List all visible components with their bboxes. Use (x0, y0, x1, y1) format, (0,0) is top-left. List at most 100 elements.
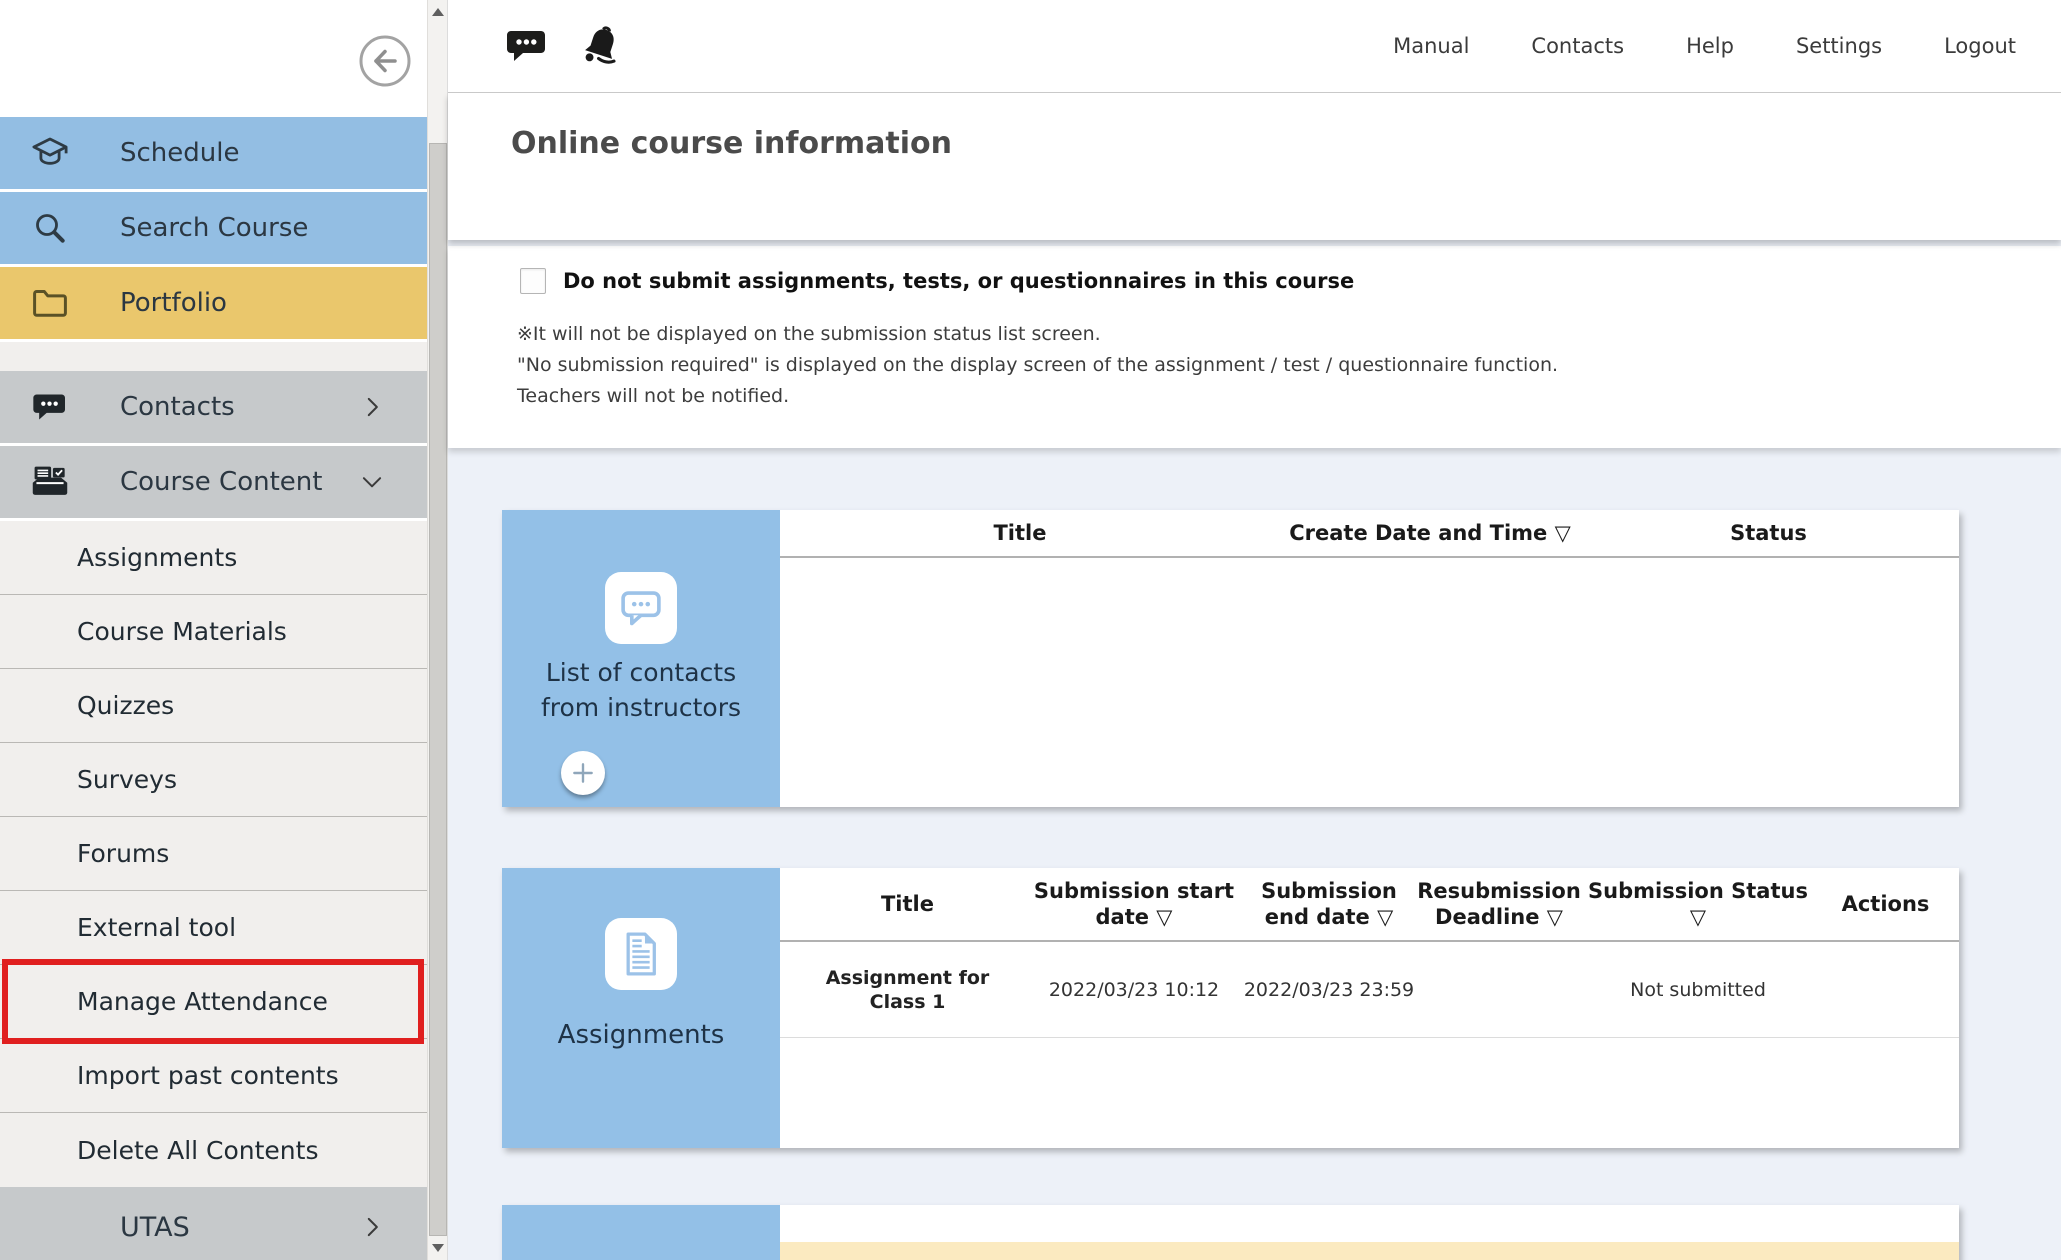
add-contact-button[interactable] (561, 751, 605, 795)
sidebar-item-course-materials[interactable]: Course Materials (0, 595, 427, 669)
sidebar-item-course-content[interactable]: Course Content (0, 446, 427, 518)
assignment-title-cell[interactable]: Assignment for Class 1 (790, 942, 1025, 1037)
column-header-title: Title (790, 891, 1025, 917)
course-content-icon (28, 460, 72, 504)
sidebar-divider (0, 342, 427, 371)
do-not-submit-label: Do not submit assignments, tests, or que… (563, 269, 1354, 293)
page-title: Online course information (511, 126, 952, 161)
column-header-title: Title (780, 520, 1260, 546)
submission-start-cell: 2022/03/23 10:12 (1025, 942, 1243, 1037)
assignments-section-panel: Assignments (502, 868, 780, 1148)
sidebar: Schedule Search Course Portfolio (0, 0, 447, 1260)
note-text: ※It will not be displayed on the submiss… (517, 323, 1101, 345)
next-section-panel (502, 1205, 780, 1260)
sidebar-item-external-tool[interactable]: External tool (0, 891, 427, 965)
manual-link[interactable]: Manual (1393, 34, 1469, 58)
sidebar-item-label: Surveys (77, 765, 177, 794)
sidebar-item-label: Delete All Contents (77, 1136, 318, 1165)
sidebar-item-utas[interactable]: UTAS (0, 1187, 427, 1260)
sidebar-item-import-past-contents[interactable]: Import past contents (0, 1039, 427, 1113)
sidebar-item-label: Manage Attendance (77, 987, 328, 1016)
sidebar-item-delete-all-contents[interactable]: Delete All Contents (0, 1113, 427, 1187)
actions-cell (1813, 942, 1958, 1037)
sidebar-item-forums[interactable]: Forums (0, 817, 427, 891)
settings-link[interactable]: Settings (1796, 34, 1882, 58)
scrollbar-thumb[interactable] (429, 143, 447, 1236)
column-header-actions: Actions (1813, 891, 1958, 917)
sidebar-item-quizzes[interactable]: Quizzes (0, 669, 427, 743)
logout-link[interactable]: Logout (1944, 34, 2016, 58)
do-not-submit-checkbox[interactable] (520, 268, 546, 294)
sidebar-item-label: Portfolio (120, 288, 227, 318)
table-header-row (780, 1205, 1959, 1242)
back-arrow-icon (357, 33, 413, 89)
sidebar-header (0, 0, 427, 117)
icon-tile (605, 572, 677, 644)
do-not-submit-row: Do not submit assignments, tests, or que… (520, 268, 1354, 294)
contacts-link[interactable]: Contacts (1531, 34, 1624, 58)
collapse-sidebar-button[interactable] (357, 33, 413, 89)
sidebar-item-label: External tool (77, 913, 236, 942)
sidebar-item-manage-attendance[interactable]: Manage Attendance (0, 965, 427, 1039)
sidebar-item-schedule[interactable]: Schedule (0, 117, 427, 189)
folder-icon (28, 281, 72, 325)
contacts-section-panel: List of contacts from instructors (502, 510, 780, 807)
icon-tile (605, 918, 677, 990)
sidebar-item-label: Quizzes (77, 691, 174, 720)
sidebar-item-search-course[interactable]: Search Course (0, 192, 427, 264)
sidebar-item-assignments[interactable]: Assignments (0, 521, 427, 595)
table-header-row: Title Create Date and Time ▽ Status (780, 510, 1959, 558)
sidebar-content: Schedule Search Course Portfolio (0, 0, 427, 1260)
sidebar-item-label: Contacts (120, 392, 235, 422)
help-link[interactable]: Help (1686, 34, 1734, 58)
sidebar-item-label: Assignments (77, 543, 237, 572)
messages-button[interactable] (503, 22, 551, 74)
scroll-down-button[interactable] (428, 1236, 448, 1260)
section-label: List of contacts from instructors (526, 655, 756, 725)
scroll-up-button[interactable] (428, 0, 448, 24)
course-settings-panel: Do not submit assignments, tests, or que… (448, 246, 2061, 448)
search-icon (28, 206, 72, 250)
topbar: Manual Contacts Help Settings Logout (448, 0, 2061, 93)
empty-table-body (780, 1038, 1959, 1148)
notifications-button[interactable] (576, 22, 626, 76)
section-label: Assignments (526, 1018, 756, 1053)
sidebar-item-label: Forums (77, 839, 169, 868)
chevron-down-icon (359, 469, 385, 495)
column-header-create-date[interactable]: Create Date and Time ▽ (1260, 520, 1600, 546)
sidebar-item-contacts[interactable]: Contacts (0, 371, 427, 443)
chevron-right-icon (359, 1214, 385, 1240)
column-header-submission-status[interactable]: Submission Status▽ (1583, 878, 1813, 930)
contacts-table: Title Create Date and Time ▽ Status (780, 510, 1959, 807)
submission-status-cell: Not submitted (1583, 942, 1813, 1037)
assignments-table: Title Submission startdate ▽ Submissione… (780, 868, 1959, 1148)
sidebar-item-label: UTAS (120, 1212, 190, 1243)
sidebar-item-surveys[interactable]: Surveys (0, 743, 427, 817)
page-header: Online course information (448, 93, 2061, 240)
plus-icon (570, 760, 596, 786)
sidebar-item-label: Import past contents (77, 1061, 339, 1090)
screen: Schedule Search Course Portfolio (0, 0, 2061, 1260)
sidebar-scrollbar[interactable] (427, 0, 447, 1260)
document-icon (613, 926, 669, 982)
sidebar-item-label: Course Content (120, 467, 322, 497)
resubmission-deadline-cell (1415, 942, 1583, 1037)
column-header-resubmission-deadline[interactable]: ResubmissionDeadline ▽ (1415, 878, 1583, 930)
table-row: Assignment for Class 1 2022/03/23 10:12 … (780, 942, 1959, 1038)
main-area: Manual Contacts Help Settings Logout Onl… (447, 0, 2061, 1260)
column-header-submission-end[interactable]: Submissionend date ▽ (1243, 878, 1415, 930)
table-header-row: Title Submission startdate ▽ Submissione… (780, 868, 1959, 942)
topbar-links: Manual Contacts Help Settings Logout (1393, 0, 2016, 92)
triangle-up-icon (432, 8, 444, 16)
column-header-status: Status (1600, 520, 1937, 546)
triangle-down-icon (432, 1244, 444, 1252)
speech-bubble-outline-icon (612, 579, 670, 637)
empty-table-body (780, 558, 1959, 807)
submission-end-cell: 2022/03/23 23:59 (1243, 942, 1415, 1037)
next-section-partial (502, 1205, 1959, 1260)
column-header-submission-start[interactable]: Submission startdate ▽ (1025, 878, 1243, 930)
bell-icon (576, 22, 626, 72)
sidebar-item-portfolio[interactable]: Portfolio (0, 267, 427, 339)
next-section-table (780, 1205, 1959, 1260)
highlighted-row (780, 1242, 1959, 1260)
